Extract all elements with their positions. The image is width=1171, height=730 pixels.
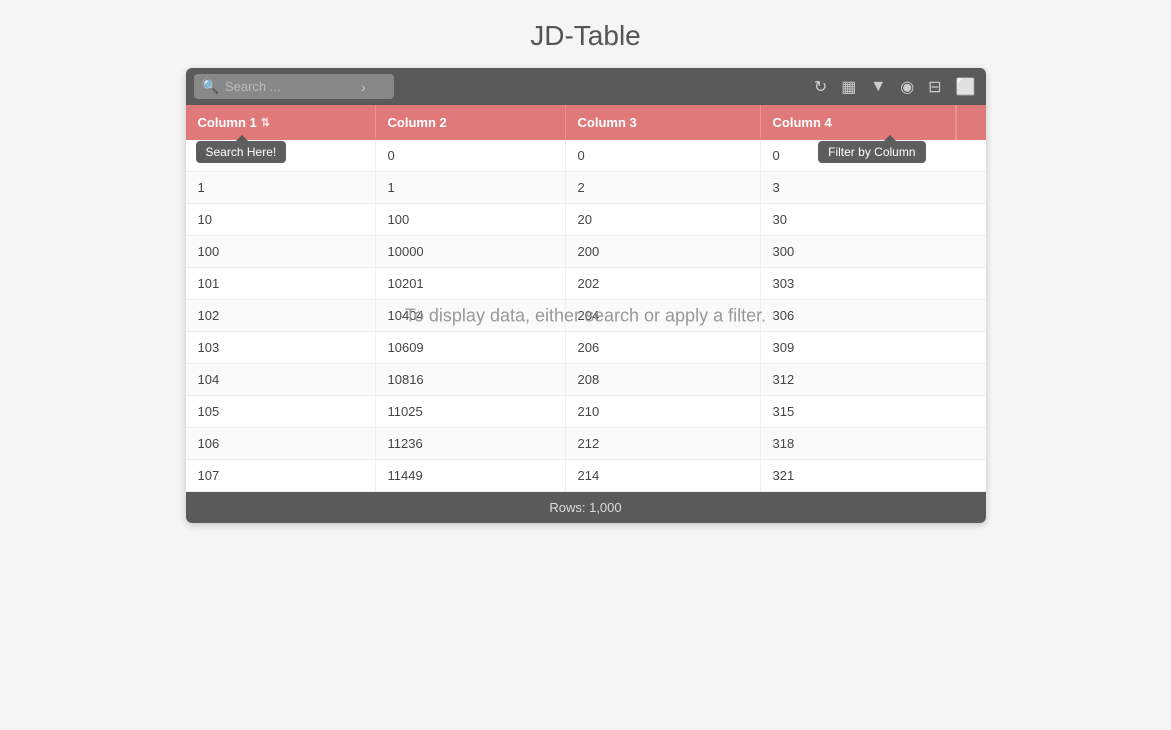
table-cell: 10609 <box>376 332 566 363</box>
table-cell: 204 <box>566 300 761 331</box>
columns-icon[interactable]: ▦ <box>839 75 858 99</box>
table-cell: 0 <box>376 140 566 171</box>
table-cell: 212 <box>566 428 761 459</box>
table-cell: 101 <box>186 268 376 299</box>
table-container: 🔍 › ↻ ▦ ▼ ◉ ⊟ ⬜ Search Here! Filter by C… <box>186 68 986 523</box>
refresh-icon[interactable]: ↻ <box>812 75 829 99</box>
table-cell: 10 <box>186 204 376 235</box>
table-cell: 321 <box>761 460 956 491</box>
table-cell: 2 <box>566 172 761 203</box>
search-callout: Search Here! <box>196 141 287 163</box>
toolbar: 🔍 › ↻ ▦ ▼ ◉ ⊟ ⬜ <box>186 68 986 105</box>
table-cell: 1 <box>186 172 376 203</box>
table-cell: 1 <box>376 172 566 203</box>
table-cell: 10404 <box>376 300 566 331</box>
table-cell: 202 <box>566 268 761 299</box>
search-input[interactable] <box>225 79 355 94</box>
table-row[interactable]: 10010000200300 <box>186 236 986 268</box>
col-header-3[interactable]: Column 3 <box>566 105 761 140</box>
table-cell: 208 <box>566 364 761 395</box>
filter-icon[interactable]: ▼ <box>868 76 888 98</box>
table-cell: 3 <box>761 172 956 203</box>
table-cell: 10201 <box>376 268 566 299</box>
table-cell: 206 <box>566 332 761 363</box>
table-cell: 318 <box>761 428 956 459</box>
table-cell: 20 <box>566 204 761 235</box>
table-cell: 10000 <box>376 236 566 267</box>
col-header-4[interactable]: Column 4 <box>761 105 956 140</box>
table-cell: 303 <box>761 268 956 299</box>
table-cell: 104 <box>186 364 376 395</box>
search-expand-icon[interactable]: › <box>361 79 366 95</box>
filter-callout: Filter by Column <box>818 141 925 163</box>
table-cell: 106 <box>186 428 376 459</box>
table-cell: 306 <box>761 300 956 331</box>
view-icon[interactable]: ◉ <box>898 75 916 99</box>
table-row[interactable]: 10511025210315 <box>186 396 986 428</box>
table-cell: 200 <box>566 236 761 267</box>
table-row[interactable]: 1123 <box>186 172 986 204</box>
table-cell: 214 <box>566 460 761 491</box>
toolbar-icons: ↻ ▦ ▼ ◉ ⊟ ⬜ <box>812 75 978 99</box>
table-row[interactable]: 10711449214321 <box>186 460 986 492</box>
export-icon[interactable]: ⊟ <box>926 75 943 99</box>
table-row[interactable]: 10410816208312 <box>186 364 986 396</box>
table-cell: 100 <box>376 204 566 235</box>
col-header-1[interactable]: Column 1 ⇅ <box>186 105 376 140</box>
page-title: JD-Table <box>530 20 640 52</box>
table-cell: 30 <box>761 204 956 235</box>
table-row[interactable]: 10310609206309 <box>186 332 986 364</box>
table-cell: 210 <box>566 396 761 427</box>
table-cell: 300 <box>761 236 956 267</box>
table-rows-container: 0000112310100203010010000200300101102012… <box>186 140 986 492</box>
table-cell: 103 <box>186 332 376 363</box>
table-header: Column 1 ⇅ Column 2 Column 3 Column 4 <box>186 105 986 140</box>
table-row[interactable]: 101002030 <box>186 204 986 236</box>
table-cell: 100 <box>186 236 376 267</box>
fullscreen-icon[interactable]: ⬜ <box>954 75 978 99</box>
table-cell: 11449 <box>376 460 566 491</box>
col-header-2[interactable]: Column 2 <box>376 105 566 140</box>
search-icon: 🔍 <box>202 78 219 95</box>
table-cell: 10816 <box>376 364 566 395</box>
table-cell: 312 <box>761 364 956 395</box>
table-cell: 105 <box>186 396 376 427</box>
sort-icon-1[interactable]: ⇅ <box>261 116 270 129</box>
table-cell: 309 <box>761 332 956 363</box>
table-row[interactable]: 10210404204306 <box>186 300 986 332</box>
table-cell: 102 <box>186 300 376 331</box>
table-row[interactable]: 10110201202303 <box>186 268 986 300</box>
table-footer: Rows: 1,000 <box>186 492 986 523</box>
table-cell: 315 <box>761 396 956 427</box>
search-area[interactable]: 🔍 › <box>194 74 394 99</box>
table-body[interactable]: To display data, either search or apply … <box>186 140 986 492</box>
table-cell: 0 <box>566 140 761 171</box>
table-cell: 11025 <box>376 396 566 427</box>
table-cell: 11236 <box>376 428 566 459</box>
scrollbar-spacer <box>956 105 986 140</box>
table-row[interactable]: 10611236212318 <box>186 428 986 460</box>
table-cell: 107 <box>186 460 376 491</box>
